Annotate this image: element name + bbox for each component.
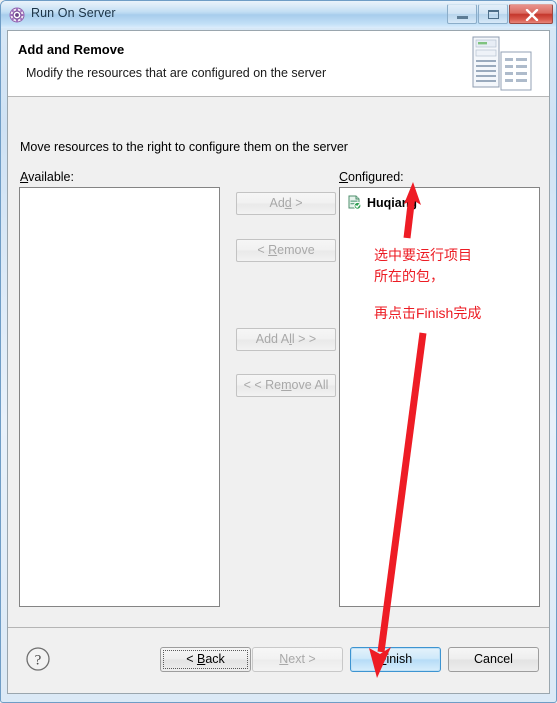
wizard-header: Add and Remove Modify the resources that…	[8, 31, 549, 97]
cancel-button[interactable]: Cancel	[448, 647, 539, 672]
list-item-label: Huqiang	[367, 196, 417, 210]
back-button[interactable]: < Back	[160, 647, 251, 672]
maximize-icon	[488, 10, 499, 19]
title-bar: Run On Server	[1, 1, 556, 28]
configured-label: Configured:	[339, 170, 404, 184]
svg-text:?: ?	[35, 653, 42, 669]
close-button[interactable]	[509, 4, 553, 24]
available-list[interactable]	[19, 187, 220, 607]
list-item[interactable]: Huqiang	[346, 194, 417, 212]
page-title: Add and Remove	[18, 42, 125, 57]
instruction-text: Move resources to the right to configure…	[20, 140, 348, 154]
minimize-button[interactable]	[447, 4, 477, 24]
minimize-icon	[457, 16, 468, 19]
remove-all-button[interactable]: < < Remove All	[236, 374, 336, 397]
finish-button[interactable]: Finish	[350, 647, 441, 672]
help-icon[interactable]: ?	[25, 646, 51, 672]
next-button[interactable]: Next >	[252, 647, 343, 672]
wizard-body: Move resources to the right to configure…	[8, 97, 549, 627]
configured-list[interactable]: Huqiang	[339, 187, 540, 607]
run-on-server-dialog: Run On Server Add and Remove Modify the …	[0, 0, 557, 703]
add-all-button[interactable]: Add All > >	[236, 328, 336, 351]
window-title: Run On Server	[31, 6, 116, 20]
remove-button[interactable]: < Remove	[236, 239, 336, 262]
available-label: Available:	[20, 170, 74, 184]
web-module-icon	[346, 194, 362, 213]
footer-bar: ? < Back Next > Finish Cancel	[8, 628, 549, 693]
page-description: Modify the resources that are configured…	[26, 66, 327, 80]
close-icon	[525, 9, 539, 21]
add-button[interactable]: Add >	[236, 192, 336, 215]
dialog-client-area: Add and Remove Modify the resources that…	[7, 30, 550, 694]
maximize-button[interactable]	[478, 4, 508, 24]
run-on-server-icon	[9, 7, 25, 23]
server-and-document-icon	[467, 35, 537, 93]
